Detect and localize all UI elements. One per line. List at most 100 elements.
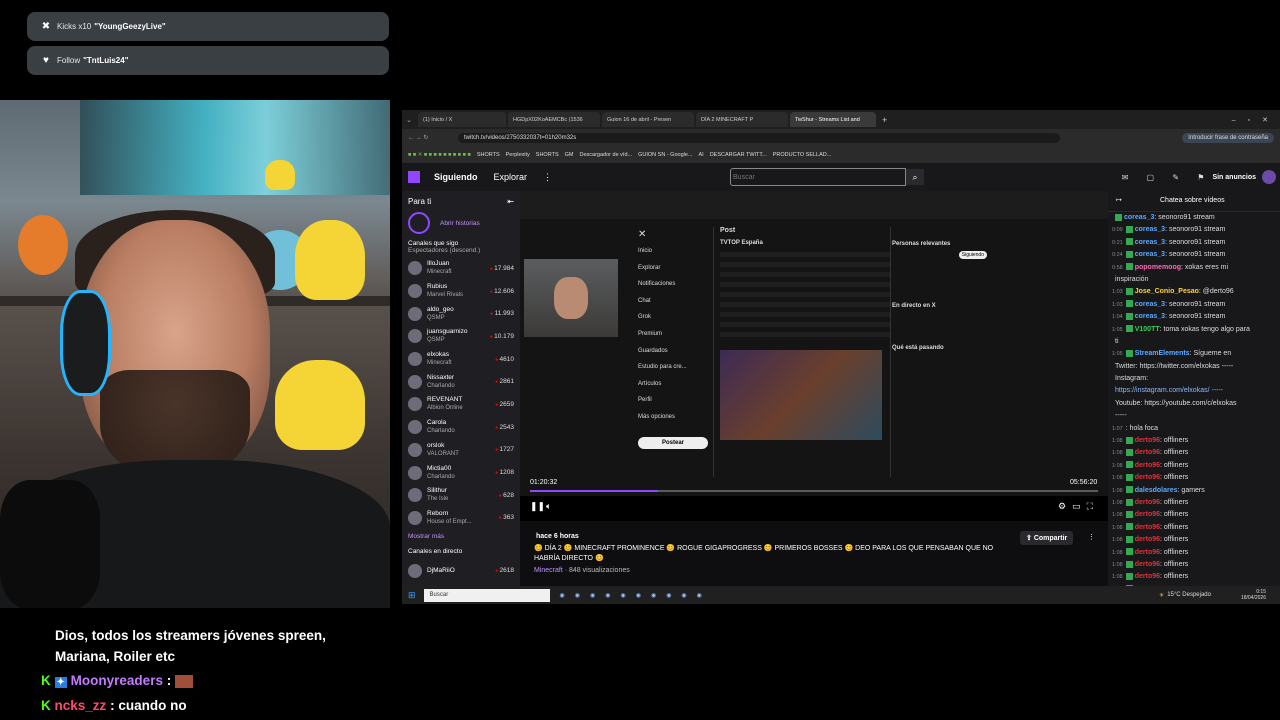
bookmark[interactable]: Descargador de víd...: [580, 152, 633, 158]
chat-user[interactable]: derto96: [1135, 573, 1160, 580]
tab-menu-icon[interactable]: ⌄: [402, 116, 416, 124]
chat-badge-icon: [1125, 560, 1133, 568]
chat-user[interactable]: coreas_3: [1124, 214, 1154, 221]
weather-icon: ☀: [1158, 592, 1165, 599]
chat-text: : gamers: [1177, 486, 1205, 494]
url-field[interactable]: twitch.tv/videos/2750332037t=01h20m32s: [458, 132, 1060, 143]
sort-label[interactable]: Espectadores (descend.): [408, 247, 514, 254]
chat-user[interactable]: StreamElements: [1135, 350, 1190, 357]
channel-item[interactable]: IlloJuanMinecraft17.984: [402, 257, 520, 280]
chat-user[interactable]: derto96: [1135, 449, 1160, 456]
chat-user[interactable]: derto96: [1135, 499, 1160, 506]
search-icon[interactable]: ⌕: [906, 169, 925, 185]
taskbar-search[interactable]: Buscar: [423, 588, 550, 602]
volume-icon[interactable]: 🔈︎: [546, 501, 551, 512]
pikachu-plush: [295, 220, 365, 300]
channel-meta: REVENANT Albion Online: [427, 396, 480, 412]
pause-icon[interactable]: ❚❚: [530, 501, 545, 512]
channel-name: Rubius: [427, 283, 448, 291]
chat-user[interactable]: dalesdolares: [1135, 487, 1178, 494]
channel-item[interactable]: RubiusMarvel Rivals12.606: [402, 280, 520, 303]
chat-text: -----: [1115, 412, 1127, 420]
avatar[interactable]: [1262, 170, 1276, 184]
chat-user[interactable]: derto96: [1135, 437, 1160, 444]
chat-user[interactable]: derto96: [1135, 549, 1160, 556]
settings-icons[interactable]: ⚙▭⛶: [1058, 501, 1099, 512]
pikachu-figure: [265, 160, 295, 190]
show-more-link[interactable]: Mostrar más: [402, 529, 520, 544]
tab-x-home[interactable]: (1) Inicio / X: [418, 112, 506, 127]
window-controls-icon[interactable]: –▫✕: [1232, 116, 1280, 124]
no-ads-button[interactable]: Sin anuncios: [1212, 174, 1256, 181]
bookmark-icons[interactable]: ■ ■ ✕ ■ ■ ■ ■ ■ ■ ■ ■ ■ ■: [402, 152, 471, 158]
expand-icon[interactable]: ↦: [1116, 191, 1122, 211]
new-tab-icon[interactable]: +: [882, 115, 887, 125]
chat-badge-icon: [1125, 263, 1133, 271]
channel-item[interactable]: REVENANTAlbion Online2659: [402, 393, 520, 416]
collapse-icon[interactable]: ⇤: [507, 197, 514, 206]
chat-user[interactable]: coreas_3: [1135, 251, 1165, 258]
channel-item[interactable]: CarolaCharlando2543: [402, 416, 520, 439]
chat-user[interactable]: derto96: [1135, 462, 1160, 469]
chat-user[interactable]: derto96: [1135, 474, 1160, 481]
share-button[interactable]: ⇪ Compartir: [1020, 531, 1074, 545]
twitch-logo-icon[interactable]: [408, 171, 420, 183]
bookmark[interactable]: GUION SN - Google...: [638, 152, 692, 158]
channel-item[interactable]: Mictia00Charlando1208: [402, 461, 520, 484]
bookmark[interactable]: GM: [565, 152, 574, 158]
chat-user[interactable]: coreas_3: [1135, 313, 1165, 320]
nav-browse[interactable]: Explorar: [494, 172, 528, 182]
bookmark[interactable]: SHORTS: [536, 152, 559, 158]
chat-text: : xokas eres mi: [1181, 263, 1229, 271]
bookmark[interactable]: PRODUCTO SELLAD...: [773, 152, 832, 158]
nav-following[interactable]: Siguiendo: [434, 172, 478, 182]
tab-twshur[interactable]: TwShur - Streams List and: [790, 112, 876, 127]
tab-twitch-video[interactable]: DÍA 2 MINECRAFT P: [696, 112, 788, 127]
search-input[interactable]: [730, 168, 907, 186]
video-player[interactable]: ✕ Inicio Explorar Notificaciones Chat Grok Pr…: [520, 191, 1108, 521]
chat-message-row: 1:04 coreas_3: seonoro91 stream: [1108, 311, 1280, 323]
chat-badge-icon: [1125, 548, 1133, 556]
bookmark[interactable]: AI: [699, 152, 704, 158]
duration: 05:56:20: [1070, 479, 1098, 486]
more-icon[interactable]: ⋮: [1088, 533, 1095, 541]
channel-item[interactable]: aldo_geoQSMP11.993: [402, 302, 520, 325]
windows-start-icon[interactable]: ⊞: [408, 590, 416, 601]
channel-item[interactable]: orslokVALORANT1727: [402, 439, 520, 462]
channel-item[interactable]: NissaxterCharlando2861: [402, 370, 520, 393]
chat-user[interactable]: popomemoog: [1135, 264, 1181, 271]
bookmark[interactable]: Perplexity: [506, 152, 530, 158]
open-history-link[interactable]: Abrir historias: [440, 220, 480, 227]
bookmark[interactable]: DESCARGAR TWITT...: [710, 152, 767, 158]
bookmark[interactable]: SHORTS: [477, 152, 500, 158]
chat-user[interactable]: derto96: [1135, 511, 1160, 518]
tab-image[interactable]: HGDpX02KoAEMCBc (1536: [508, 112, 600, 127]
chat-user[interactable]: derto96: [1135, 524, 1160, 531]
tab-guion[interactable]: Guion 16 de abril - Presen: [602, 112, 694, 127]
chat-user[interactable]: derto96: [1135, 536, 1160, 543]
channel-item[interactable]: RebornHouse of Empt...363: [402, 507, 520, 530]
history-row[interactable]: Abrir historias: [402, 210, 520, 236]
channel-item[interactable]: elxokasMinecraft4610: [402, 348, 520, 371]
taskbar-apps-icons[interactable]: ◉◉◉◉◉◉◉◉◉◉: [560, 592, 712, 599]
chat-time: 0:24: [1112, 252, 1123, 259]
channel-item[interactable]: juansguarnizoQSMP10.179: [402, 325, 520, 348]
chat-text: : offliners: [1160, 437, 1189, 445]
toolbar-icons[interactable]: ✉ ▢ ✎ ⚑: [1122, 173, 1213, 182]
nav-arrows-icon[interactable]: ← → ↻: [402, 134, 458, 141]
share-icon: ⇪: [1026, 535, 1032, 542]
desktop-capture: ⌄ (1) Inicio / X HGDpX02KoAEMCBc (1536 G…: [402, 110, 1280, 604]
chat-user[interactable]: derto96: [1135, 561, 1160, 568]
video-game[interactable]: Minecraft: [534, 567, 563, 574]
chat-user[interactable]: Jose_Conio_Pesao: [1135, 288, 1199, 295]
chat-user[interactable]: coreas_3: [1135, 226, 1165, 233]
chat-text: : offliners: [1160, 449, 1189, 457]
password-button[interactable]: Introducir frase de contraseña: [1182, 132, 1274, 143]
more-icon[interactable]: ⋮: [543, 172, 552, 183]
chat-user[interactable]: coreas_3: [1135, 301, 1165, 308]
clock[interactable]: 0:15 18/04/2026: [1241, 589, 1266, 601]
chat-user[interactable]: V100TT: [1135, 326, 1160, 333]
channel-item[interactable]: DjMaRiiO 2618: [402, 559, 520, 582]
chat-user[interactable]: coreas_3: [1135, 239, 1165, 246]
channel-item[interactable]: SilithurThe Isle628: [402, 484, 520, 507]
